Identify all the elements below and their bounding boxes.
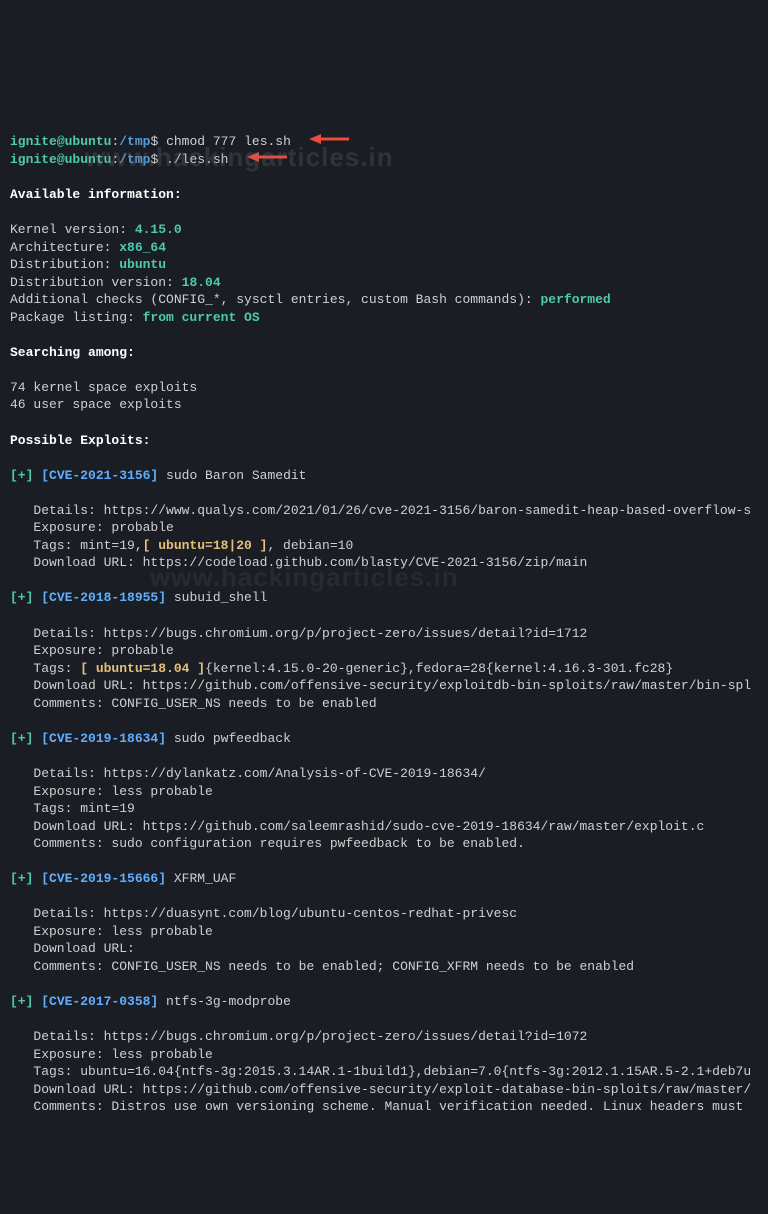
prompt-host: ubuntu bbox=[65, 152, 112, 167]
section-header: Searching among: bbox=[10, 345, 135, 360]
exploit-tags-post: , debian=10 bbox=[267, 538, 353, 553]
exploit-download: Download URL: https://github.com/saleemr… bbox=[10, 819, 704, 834]
kv-value: from current OS bbox=[143, 310, 260, 325]
section-header: Available information: bbox=[10, 187, 182, 202]
kv-value: 18.04 bbox=[182, 275, 221, 290]
exploit-details: Details: https://www.qualys.com/2021/01/… bbox=[10, 503, 751, 518]
exploit-tags-pre: Tags: mint=19 bbox=[10, 801, 135, 816]
exploit-tags-post: {kernel:4.15.0-20-generic},fedora=28{ker… bbox=[205, 661, 673, 676]
exploit-download: Download URL: https://github.com/offensi… bbox=[10, 678, 751, 693]
kv-value: performed bbox=[541, 292, 611, 307]
exploit-comments: Comments: Distros use own versioning sch… bbox=[10, 1099, 743, 1114]
exploit-tags-pre: Tags: ubuntu=16.04{ntfs-3g:2015.3.14AR.1… bbox=[10, 1064, 751, 1079]
kv-label: Package listing: bbox=[10, 310, 143, 325]
arrow-icon bbox=[247, 151, 287, 169]
cve-id: [CVE-2019-18634] bbox=[41, 731, 166, 746]
exploit-name: XFRM_UAF bbox=[166, 871, 236, 886]
arrow-icon bbox=[309, 133, 349, 151]
search-line: 46 user space exploits bbox=[10, 397, 182, 412]
prompt-user: ignite bbox=[10, 134, 57, 149]
exploit-exposure: Exposure: probable bbox=[10, 520, 174, 535]
exploit-details: Details: https://dylankatz.com/Analysis-… bbox=[10, 766, 486, 781]
exploit-tags-highlight: [ ubuntu=18.04 ] bbox=[80, 661, 205, 676]
prompt-path: /tmp bbox=[119, 134, 150, 149]
exploit-details: Details: https://duasynt.com/blog/ubuntu… bbox=[10, 906, 517, 921]
plus-icon: [+] bbox=[10, 731, 33, 746]
exploit-exposure: Exposure: less probable bbox=[10, 784, 213, 799]
exploit-name: sudo Baron Samedit bbox=[158, 468, 306, 483]
kv-value: x86_64 bbox=[119, 240, 166, 255]
exploit-download: Download URL: https://github.com/offensi… bbox=[10, 1082, 751, 1097]
exploit-name: sudo pwfeedback bbox=[166, 731, 291, 746]
command-1: chmod 777 les.sh bbox=[166, 134, 291, 149]
exploit-tags-highlight: [ ubuntu=18|20 ] bbox=[143, 538, 268, 553]
section-header: Possible Exploits: bbox=[10, 433, 150, 448]
exploit-exposure: Exposure: less probable bbox=[10, 924, 213, 939]
cve-id: [CVE-2021-3156] bbox=[41, 468, 158, 483]
kv-label: Kernel version: bbox=[10, 222, 135, 237]
kv-value: ubuntu bbox=[119, 257, 166, 272]
search-line: 74 kernel space exploits bbox=[10, 380, 197, 395]
exploit-comments: Comments: CONFIG_USER_NS needs to be ena… bbox=[10, 696, 377, 711]
prompt-host: ubuntu bbox=[65, 134, 112, 149]
cve-id: [CVE-2017-0358] bbox=[41, 994, 158, 1009]
exploit-exposure: Exposure: less probable bbox=[10, 1047, 213, 1062]
cve-id: [CVE-2018-18955] bbox=[41, 590, 166, 605]
exploit-name: subuid_shell bbox=[166, 590, 267, 605]
cve-id: [CVE-2019-15666] bbox=[41, 871, 166, 886]
kv-label: Distribution: bbox=[10, 257, 119, 272]
exploit-details: Details: https://bugs.chromium.org/p/pro… bbox=[10, 626, 587, 641]
exploit-tags-pre: Tags: bbox=[10, 661, 80, 676]
exploit-download: Download URL: bbox=[10, 941, 135, 956]
prompt-path: /tmp bbox=[119, 152, 150, 167]
terminal-output: ignite@ubuntu:/tmp$ chmod 777 les.sh ign… bbox=[10, 133, 758, 1116]
command-2: ./les.sh bbox=[166, 152, 228, 167]
plus-icon: [+] bbox=[10, 468, 33, 483]
plus-icon: [+] bbox=[10, 871, 33, 886]
plus-icon: [+] bbox=[10, 994, 33, 1009]
kv-label: Distribution version: bbox=[10, 275, 182, 290]
exploit-tags-pre: Tags: mint=19, bbox=[10, 538, 143, 553]
kv-value: 4.15.0 bbox=[135, 222, 182, 237]
plus-icon: [+] bbox=[10, 590, 33, 605]
kv-label: Architecture: bbox=[10, 240, 119, 255]
exploit-download: Download URL: https://codeload.github.co… bbox=[10, 555, 587, 570]
exploit-name: ntfs-3g-modprobe bbox=[158, 994, 291, 1009]
exploit-comments: Comments: CONFIG_USER_NS needs to be ena… bbox=[10, 959, 634, 974]
prompt-user: ignite bbox=[10, 152, 57, 167]
kv-label: Additional checks (CONFIG_*, sysctl entr… bbox=[10, 292, 541, 307]
exploit-details: Details: https://bugs.chromium.org/p/pro… bbox=[10, 1029, 587, 1044]
exploit-exposure: Exposure: probable bbox=[10, 643, 174, 658]
exploit-comments: Comments: sudo configuration requires pw… bbox=[10, 836, 525, 851]
